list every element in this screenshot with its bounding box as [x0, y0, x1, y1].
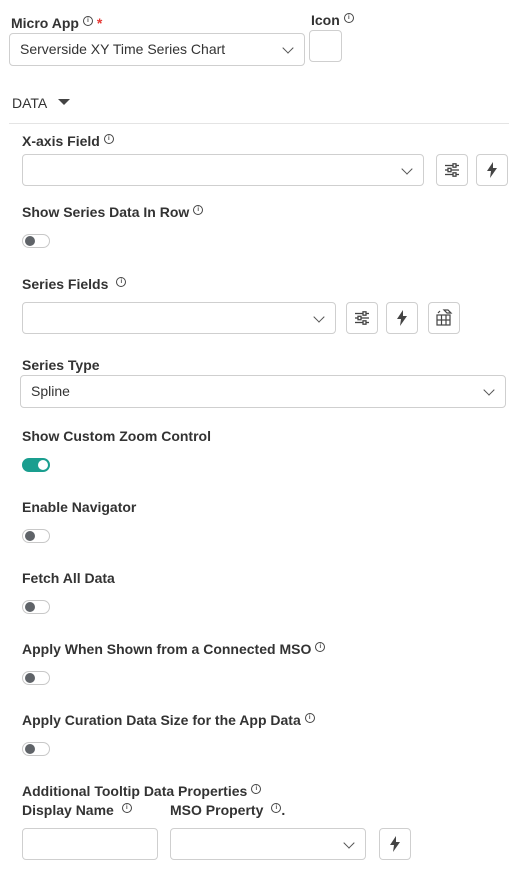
micro-app-label-row: Micro App i * — [11, 15, 102, 31]
series-filter-settings-button[interactable] — [346, 302, 378, 334]
toggle-knob — [25, 531, 35, 541]
chevron-down-icon — [343, 837, 355, 849]
lightning-icon — [397, 310, 407, 326]
series-fields-label-row: Series Fields i — [22, 276, 127, 292]
navigator-toggle[interactable] — [22, 529, 50, 543]
tooltip-label: Additional Tooltip Data Properties — [22, 783, 248, 799]
x-axis-label-row: X-axis Field i — [22, 133, 114, 149]
section-divider — [9, 123, 509, 124]
section-title: DATA — [12, 95, 47, 111]
apply-curation-toggle[interactable] — [22, 742, 50, 756]
sliders-icon — [355, 311, 369, 325]
custom-zoom-toggle[interactable] — [22, 458, 50, 472]
chevron-down-icon — [313, 311, 325, 323]
table-edit-icon — [436, 309, 453, 326]
icon-label-row: Icon i — [311, 12, 354, 28]
apply-curation-label: Apply Curation Data Size for the App Dat… — [22, 712, 301, 728]
mso-property-label-row: MSO Property i. — [170, 802, 285, 818]
filter-settings-button[interactable] — [436, 154, 468, 186]
series-type-label: Series Type — [22, 357, 100, 373]
sliders-icon — [445, 163, 459, 177]
fetch-all-toggle[interactable] — [22, 600, 50, 614]
info-icon: i — [251, 784, 262, 794]
micro-app-value: Serverside XY Time Series Chart — [20, 41, 226, 57]
mso-property-label: MSO Property — [170, 802, 264, 818]
display-name-input[interactable] — [22, 828, 158, 860]
show-series-row-label: Show Series Data In Row — [22, 204, 190, 220]
info-icon: i — [193, 205, 204, 215]
required-marker: * — [96, 15, 103, 31]
series-dynamic-value-button[interactable] — [386, 302, 418, 334]
toggle-knob — [25, 673, 35, 683]
series-fields-select[interactable] — [22, 302, 336, 334]
apply-connected-label: Apply When Shown from a Connected MSO — [22, 641, 312, 657]
lightning-icon — [390, 836, 400, 852]
dynamic-value-button[interactable] — [476, 154, 508, 186]
info-icon: i — [82, 16, 93, 26]
mso-property-select[interactable] — [170, 828, 366, 860]
display-name-label: Display Name — [22, 802, 114, 818]
series-type-select[interactable]: Spline — [20, 375, 506, 408]
toggle-knob — [25, 602, 35, 612]
series-type-value: Spline — [31, 383, 70, 399]
show-series-row-label-row: Show Series Data In Row i — [22, 204, 204, 220]
icon-label: Icon — [311, 12, 340, 28]
toggle-knob — [25, 744, 35, 754]
chevron-down-icon — [282, 42, 294, 54]
apply-connected-toggle[interactable] — [22, 671, 50, 685]
mso-property-suffix: . — [281, 802, 286, 818]
info-icon: i — [103, 134, 114, 144]
series-table-edit-button[interactable] — [428, 302, 460, 334]
apply-connected-label-row: Apply When Shown from a Connected MSO i — [22, 641, 326, 657]
apply-curation-label-row: Apply Curation Data Size for the App Dat… — [22, 712, 315, 728]
chevron-down-icon — [483, 384, 495, 396]
navigator-label: Enable Navigator — [22, 499, 137, 515]
tooltip-label-row: Additional Tooltip Data Properties i — [22, 783, 262, 799]
info-icon: i — [343, 13, 354, 23]
toggle-knob — [38, 460, 48, 470]
micro-app-label: Micro App — [11, 15, 79, 31]
icon-picker[interactable] — [309, 30, 342, 62]
chevron-down-icon — [401, 163, 413, 175]
fetch-all-label: Fetch All Data — [22, 570, 115, 586]
info-icon: i — [304, 713, 315, 723]
tooltip-dynamic-value-button[interactable] — [379, 828, 411, 860]
info-icon: i — [116, 277, 127, 287]
info-icon: i — [271, 803, 282, 813]
info-icon: i — [315, 642, 326, 652]
show-series-row-toggle[interactable] — [22, 234, 50, 248]
x-axis-select[interactable] — [22, 154, 424, 186]
micro-app-select[interactable]: Serverside XY Time Series Chart — [9, 33, 305, 66]
caret-down-icon — [58, 99, 71, 106]
data-section-header[interactable]: DATA — [12, 95, 71, 111]
x-axis-label: X-axis Field — [22, 133, 100, 149]
info-icon: i — [121, 803, 132, 813]
display-name-label-row: Display Name i — [22, 802, 132, 818]
series-fields-label: Series Fields — [22, 276, 109, 292]
custom-zoom-label: Show Custom Zoom Control — [22, 428, 211, 444]
lightning-icon — [487, 162, 497, 178]
toggle-knob — [25, 236, 35, 246]
